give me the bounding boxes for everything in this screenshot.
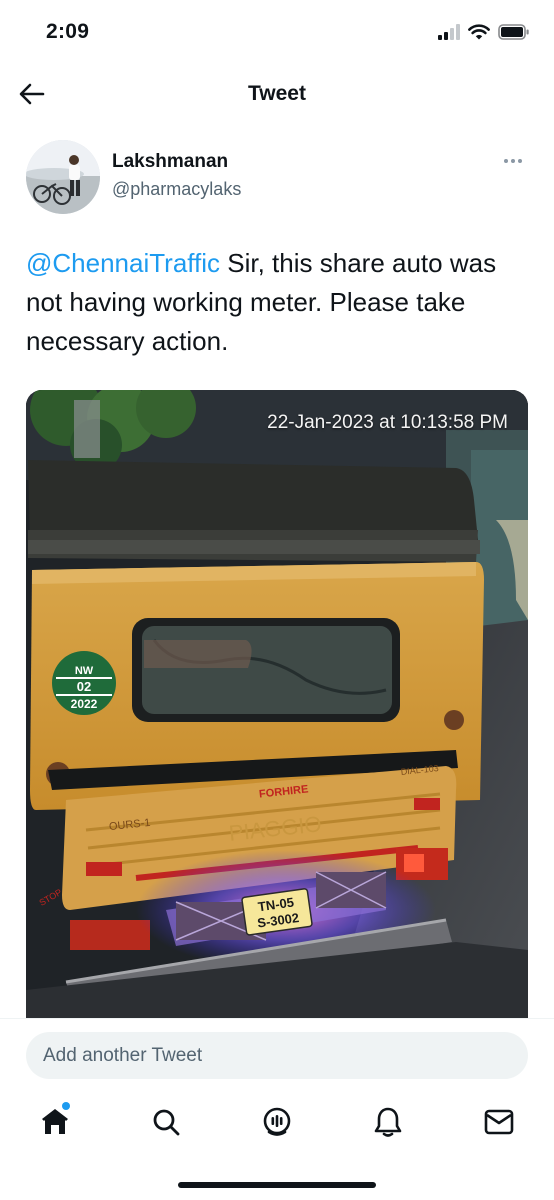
mention-link[interactable]: @ChennaiTraffic (26, 248, 220, 278)
tweet-text: @ChennaiTraffic Sir, this share auto was… (26, 244, 526, 361)
tab-notifications[interactable] (332, 1092, 443, 1152)
search-icon (153, 1109, 180, 1136)
sticker-line-2: 02 (77, 679, 91, 694)
home-icon (42, 1109, 69, 1134)
tweet-author: Lakshmanan @pharmacylaks (26, 140, 530, 216)
cellular-signal-icon (438, 24, 460, 40)
tab-search[interactable] (111, 1092, 222, 1152)
status-time: 2:09 (46, 20, 90, 43)
author-name[interactable]: Lakshmanan (112, 151, 228, 173)
avatar-image (26, 140, 100, 214)
photo-timestamp: 22-Jan-2023 at 10:13:58 PM (267, 412, 508, 433)
more-dot (518, 159, 522, 163)
status-bar: 2:09 (0, 0, 554, 66)
sticker-line-3: 2022 (71, 697, 98, 711)
more-dot (511, 159, 515, 163)
add-tweet-input[interactable] (26, 1032, 528, 1079)
reply-bar (0, 1018, 554, 1090)
status-icons (438, 24, 530, 40)
avatar[interactable] (26, 140, 100, 214)
tab-spaces[interactable] (222, 1092, 333, 1152)
spaces-icon (263, 1107, 291, 1136)
notifications-icon (374, 1107, 402, 1137)
author-handle[interactable]: @pharmacylaks (112, 179, 241, 200)
wifi-icon (468, 24, 490, 40)
messages-icon (484, 1109, 513, 1135)
tab-home[interactable] (0, 1092, 111, 1152)
page-title: Tweet (248, 82, 306, 105)
more-options-button[interactable] (500, 154, 526, 168)
more-dot (504, 159, 508, 163)
bottom-tab-bar (0, 1092, 554, 1152)
home-notification-dot (62, 1102, 70, 1110)
sticker-line-1: NW (75, 665, 94, 677)
tweet-media-photo[interactable]: NW 02 2022 FORHIRE OURS-1 DIAL-103 PIAGG… (26, 390, 528, 1030)
nav-bar: Tweet (0, 66, 554, 122)
battery-icon (498, 24, 529, 40)
home-indicator (178, 1182, 376, 1188)
tab-messages[interactable] (443, 1092, 554, 1152)
